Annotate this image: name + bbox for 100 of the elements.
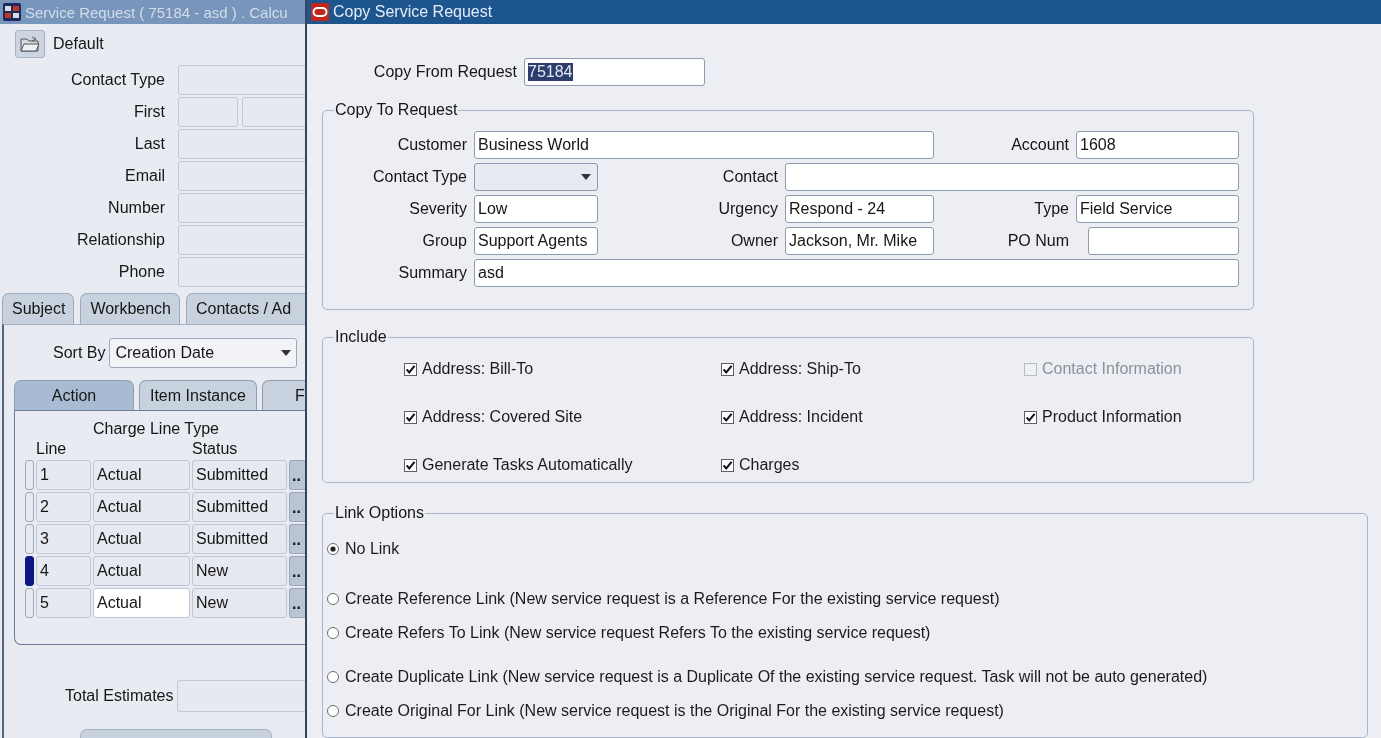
record-indicator[interactable] (25, 556, 34, 586)
checkbox[interactable] (404, 458, 417, 472)
folder-button[interactable] (15, 30, 45, 58)
group-title: Include (334, 328, 388, 346)
more-button[interactable]: .. (289, 460, 305, 490)
checkbox-label[interactable]: Address: Covered Site (422, 408, 583, 426)
input-field[interactable]: Respond - 24 (785, 195, 934, 223)
checkbox-label[interactable]: Charges (739, 456, 800, 474)
more-button[interactable]: .. (289, 524, 305, 554)
field-label: Relationship (75, 231, 165, 249)
input-field[interactable]: Support Agents (474, 227, 598, 255)
window-title: Service Request ( 75184 - asd ) . Calcu (25, 3, 288, 21)
radio-button[interactable] (327, 593, 339, 605)
field-label: Type (1034, 200, 1070, 218)
checkbox[interactable] (1024, 410, 1037, 424)
field-label: Copy From Request (372, 63, 517, 81)
table-cell: New (192, 556, 287, 586)
input-field[interactable] (178, 97, 238, 127)
tab[interactable]: Workbench (80, 293, 180, 324)
checkbox-label[interactable]: Address: Incident (739, 408, 863, 426)
field-label: Contact Type (373, 168, 468, 186)
column-header: Line (36, 439, 68, 459)
field-label: Contact (722, 168, 779, 186)
radio-button[interactable] (327, 543, 339, 555)
table-cell: 1 (36, 460, 91, 490)
tab[interactable]: Subject (2, 293, 75, 324)
input-field[interactable] (178, 161, 305, 191)
checkbox[interactable] (404, 410, 417, 424)
input-field[interactable] (178, 193, 305, 223)
column-header: Status (192, 439, 239, 459)
group-title: Copy To Request (334, 101, 459, 119)
folder-icon (20, 36, 40, 52)
input-field[interactable] (178, 129, 305, 159)
table-cell: New (192, 588, 287, 618)
tab[interactable]: Contacts / Ad (186, 293, 305, 324)
field-label: Urgency (718, 200, 779, 218)
field-label: Phone (117, 263, 165, 281)
more-button[interactable]: .. (289, 556, 305, 586)
dialog-title: Copy Service Request (333, 3, 493, 21)
input-field[interactable]: 1608 (1076, 131, 1239, 159)
field-label: Owner (730, 232, 779, 250)
more-button[interactable]: .. (289, 492, 305, 522)
tab[interactable]: Action (14, 380, 134, 410)
radio-label[interactable]: Create Refers To Link (New service request Refers To the existing service request) (345, 624, 931, 642)
field-label: Contact Type (70, 71, 165, 89)
table-cell: 4 (36, 556, 91, 586)
input-field[interactable]: Jackson, Mr. Mike (785, 227, 934, 255)
checkbox[interactable] (404, 362, 417, 376)
input-field[interactable]: asd (474, 259, 1239, 287)
table-cell: Actual (93, 588, 190, 618)
input-field[interactable]: Field Service (1076, 195, 1239, 223)
record-indicator[interactable] (25, 492, 34, 522)
table-cell: Actual (93, 460, 190, 490)
field-label: Email (124, 167, 165, 185)
select-field[interactable] (474, 163, 598, 191)
radio-label[interactable]: Create Reference Link (New service request is a Reference For the existing service request) (345, 590, 1000, 608)
record-indicator[interactable] (25, 460, 34, 490)
field-label: Severity (409, 200, 468, 218)
tab[interactable]: F (262, 380, 305, 410)
table-cell: Actual (93, 492, 190, 522)
radio-label[interactable]: Create Duplicate Link (New service request is a Duplicate Of the existing service request. Task will not be auto generated) (345, 668, 1208, 686)
input-field[interactable] (1088, 227, 1239, 255)
checkbox[interactable] (721, 362, 734, 376)
radio-label[interactable]: No Link (345, 540, 400, 558)
checkbox-label[interactable]: Address: Ship-To (739, 360, 861, 378)
record-indicator[interactable] (25, 588, 34, 618)
table-cell: Submitted (192, 492, 287, 522)
field-label: Last (133, 135, 165, 153)
table-cell: Submitted (192, 460, 287, 490)
radio-button[interactable] (327, 627, 339, 639)
record-indicator[interactable] (25, 524, 34, 554)
field-label: Number (107, 199, 165, 217)
input-field[interactable] (178, 257, 305, 287)
checkbox[interactable] (721, 458, 734, 472)
table-cell: Actual (93, 524, 190, 554)
field-label: Account (1011, 136, 1070, 154)
input-field[interactable] (785, 163, 1239, 191)
input-field[interactable] (177, 680, 305, 712)
radio-label[interactable]: Create Original For Link (New service request is the Original For the existing service request) (345, 702, 1004, 720)
radio-button[interactable] (327, 705, 339, 717)
input-field[interactable] (178, 65, 305, 95)
input-field[interactable] (178, 225, 305, 255)
select-field[interactable]: Creation Date (109, 338, 298, 368)
input-field[interactable]: Low (474, 195, 598, 223)
checkbox-label[interactable]: Generate Tasks Automatically (422, 456, 633, 474)
app-icon (3, 3, 21, 21)
tab[interactable]: Item Instance (139, 380, 257, 410)
checkbox[interactable] (721, 410, 734, 424)
checkbox-label[interactable]: Address: Bill-To (422, 360, 534, 378)
field-label: PO Num (1007, 232, 1070, 250)
input-field[interactable]: 75184 (524, 58, 705, 86)
input-field[interactable]: Business World (474, 131, 934, 159)
field-label: Sort By (53, 344, 106, 362)
more-button[interactable]: .. (289, 588, 305, 618)
table-cell: 3 (36, 524, 91, 554)
radio-button[interactable] (327, 671, 339, 683)
field-label: Customer (397, 136, 468, 154)
caret-icon (581, 174, 591, 180)
input-field[interactable] (242, 97, 305, 127)
checkbox-label[interactable]: Product Information (1042, 408, 1182, 426)
